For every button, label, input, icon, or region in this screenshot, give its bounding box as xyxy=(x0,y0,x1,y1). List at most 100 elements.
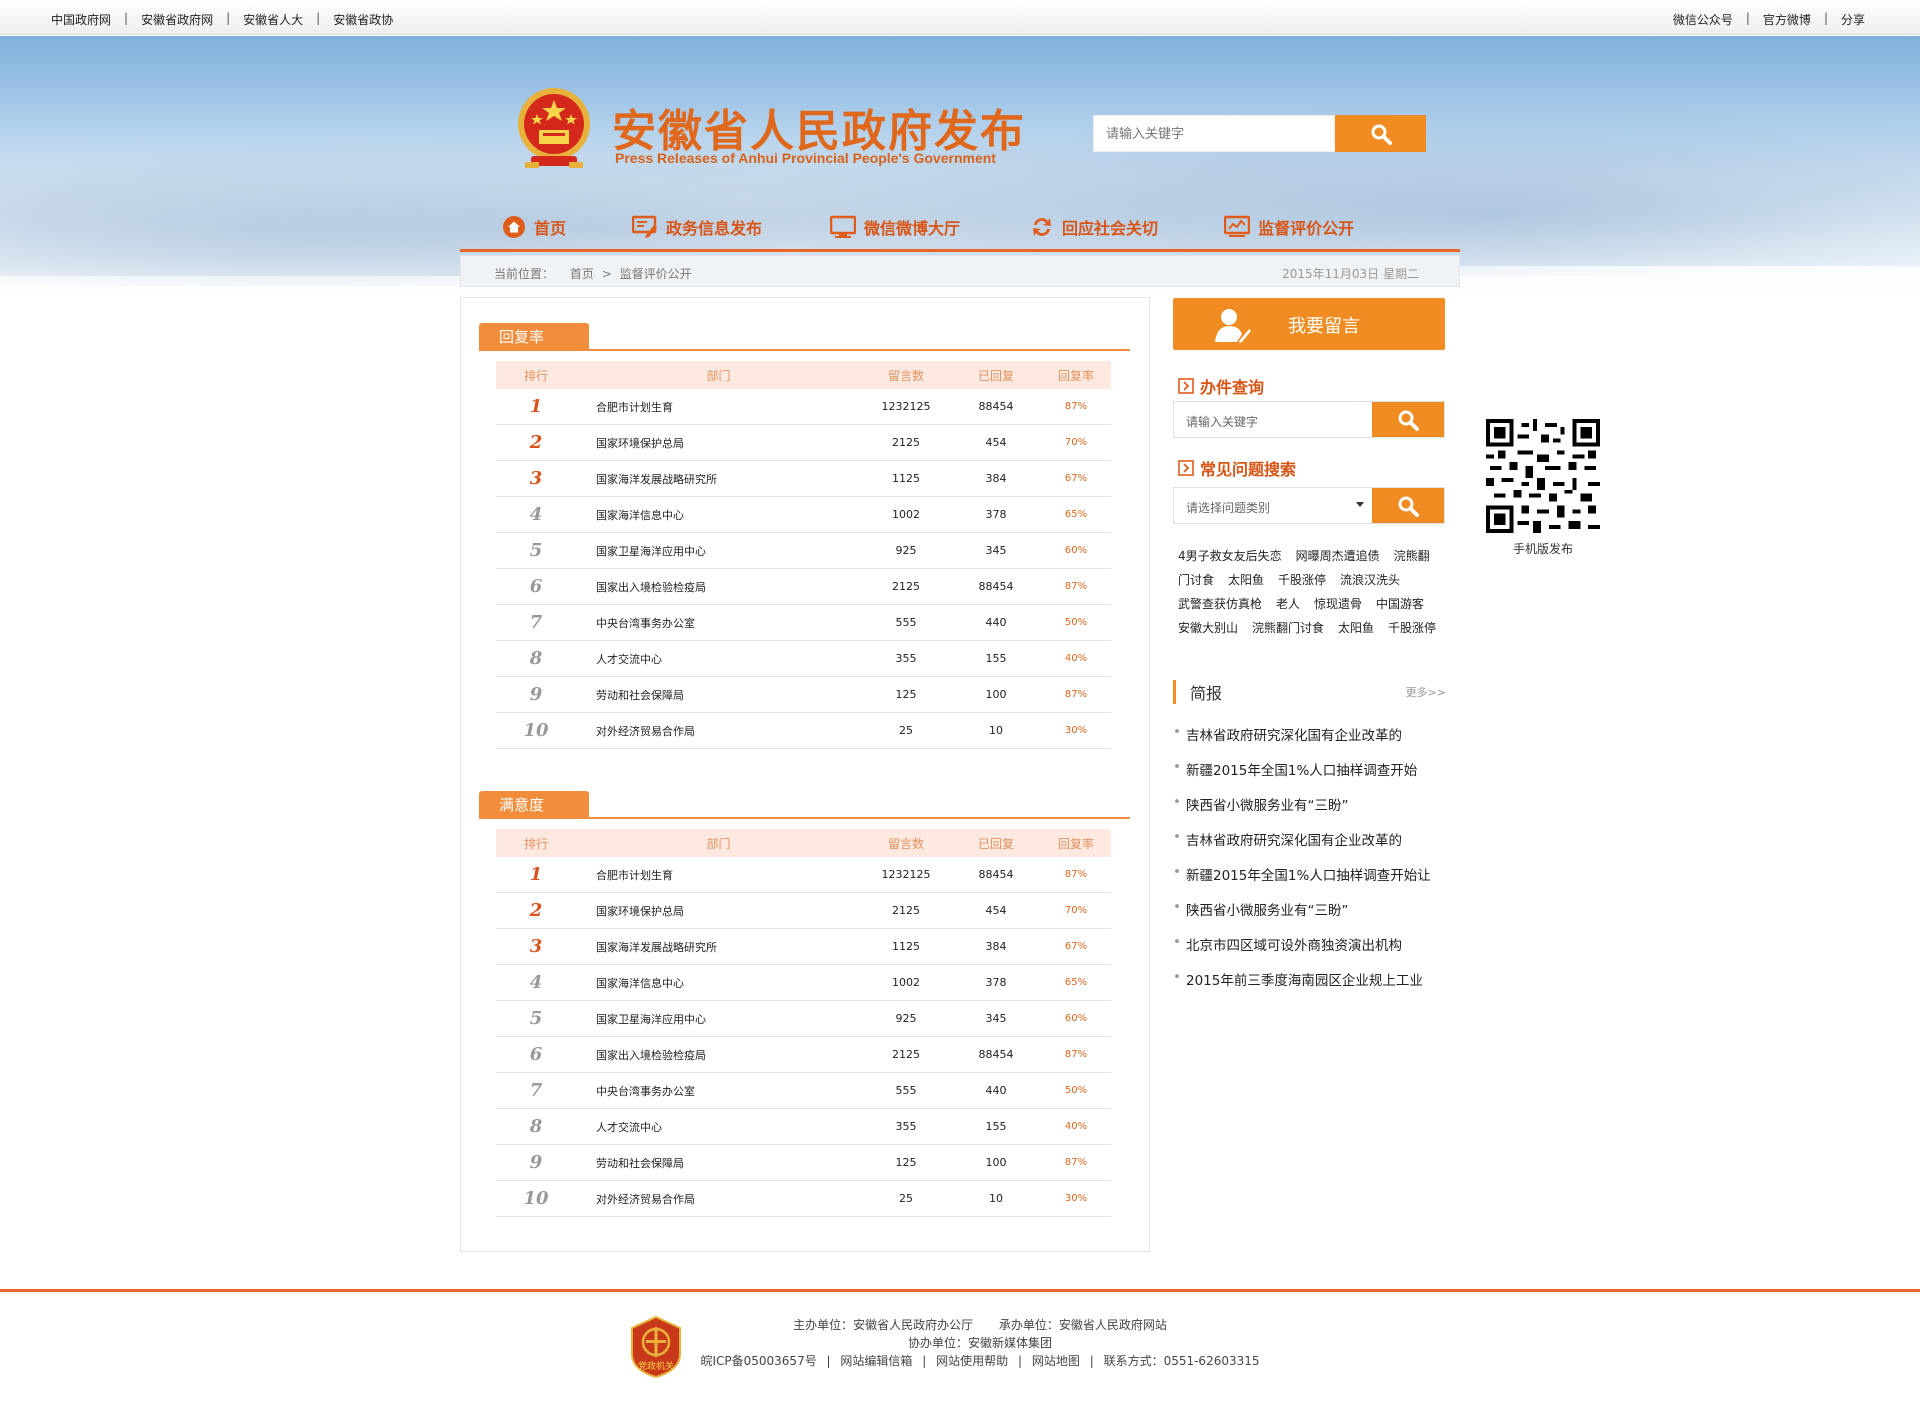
top-link-wechat[interactable]: 微信公众号 xyxy=(1673,11,1733,28)
footer-link-editor-mail[interactable]: 网站编辑信箱 xyxy=(840,1354,912,1368)
nav-item-supervision[interactable]: 监督评价公开 xyxy=(1224,205,1354,249)
department-name[interactable]: 国家出入境检验检疫局 xyxy=(576,579,861,595)
table-row[interactable]: 2 国家环境保护总局 2125 454 70% xyxy=(496,425,1111,461)
footer-link-sitemap[interactable]: 网站地图 xyxy=(1032,1354,1080,1368)
header-search-button[interactable] xyxy=(1335,115,1426,152)
table-row[interactable]: 1 合肥市计划生育 1232125 88454 87% xyxy=(496,389,1111,425)
hot-tag-link[interactable]: 安徽大别山 xyxy=(1178,621,1238,635)
department-name[interactable]: 人才交流中心 xyxy=(576,651,861,667)
department-name[interactable]: 中央台湾事务办公室 xyxy=(576,615,861,631)
table-row[interactable]: 5 国家卫星海洋应用中心 925 345 60% xyxy=(496,1001,1111,1037)
table-row[interactable]: 5 国家卫星海洋应用中心 925 345 60% xyxy=(496,533,1111,569)
table-row[interactable]: 8 人才交流中心 355 155 40% xyxy=(496,1109,1111,1145)
brief-item[interactable]: 2015年前三季度海南园区企业规上工业 xyxy=(1173,969,1446,1004)
case-query-input[interactable]: 请输入关键字 xyxy=(1174,402,1372,437)
hot-tag-link[interactable]: 浣熊翻门讨食 xyxy=(1252,621,1324,635)
hot-tag-link[interactable]: 浣熊翻 xyxy=(1394,549,1430,563)
department-name[interactable]: 国家出入境检验检疫局 xyxy=(576,1047,861,1063)
footer-link-help[interactable]: 网站使用帮助 xyxy=(936,1354,1008,1368)
department-name[interactable]: 对外经济贸易合作局 xyxy=(576,723,861,739)
table-row[interactable]: 9 劳动和社会保障局 125 100 87% xyxy=(496,1145,1111,1181)
nav-item-wechat-weibo[interactable]: 微信微博大厅 xyxy=(830,205,960,249)
department-name[interactable]: 国家海洋信息中心 xyxy=(576,507,861,523)
table-row[interactable]: 3 国家海洋发展战略研究所 1125 384 67% xyxy=(496,929,1111,965)
brief-item[interactable]: 陕西省小微服务业有“三盼” xyxy=(1173,794,1446,829)
message-count: 25 xyxy=(899,1192,913,1205)
section-tab-reply-rate[interactable]: 回复率 xyxy=(479,323,589,351)
hot-tag-link[interactable]: 千股涨停 xyxy=(1278,573,1326,587)
leave-message-button[interactable]: 我要留言 xyxy=(1173,298,1445,350)
table-row[interactable]: 7 中央台湾事务办公室 555 440 50% xyxy=(496,605,1111,641)
department-name[interactable]: 国家卫星海洋应用中心 xyxy=(576,1011,861,1027)
table-row[interactable]: 6 国家出入境检验检疫局 2125 88454 87% xyxy=(496,569,1111,605)
table-row[interactable]: 10 对外经济贸易合作局 25 10 30% xyxy=(496,1181,1111,1217)
top-link-anhui-gov[interactable]: 安徽省政府网 xyxy=(141,11,213,28)
replied-count: 100 xyxy=(985,688,1007,701)
rank-number: 4 xyxy=(529,504,543,525)
footer-icp[interactable]: 皖ICP备05003657号 xyxy=(700,1354,816,1368)
hot-tag-link[interactable]: 中国游客 xyxy=(1376,597,1424,611)
table-row[interactable]: 3 国家海洋发展战略研究所 1125 384 67% xyxy=(496,461,1111,497)
top-link-gov[interactable]: 中国政府网 xyxy=(51,11,111,28)
hot-tag-link[interactable]: 千股涨停 xyxy=(1388,621,1436,635)
hot-tag-link[interactable]: 网曝周杰遭追债 xyxy=(1296,549,1380,563)
faq-search-button[interactable] xyxy=(1372,488,1444,523)
department-name[interactable]: 人才交流中心 xyxy=(576,1119,861,1135)
department-name[interactable]: 合肥市计划生育 xyxy=(576,867,861,883)
header-search-input[interactable] xyxy=(1093,115,1335,152)
message-count: 2125 xyxy=(892,904,920,917)
table-row[interactable]: 9 劳动和社会保障局 125 100 87% xyxy=(496,677,1111,713)
message-count: 925 xyxy=(895,544,917,557)
department-name[interactable]: 国家海洋发展战略研究所 xyxy=(576,471,861,487)
department-name[interactable]: 国家海洋信息中心 xyxy=(576,975,861,991)
department-name[interactable]: 劳动和社会保障局 xyxy=(576,687,861,703)
brief-item[interactable]: 新疆2015年全国1%人口抽样调查开始让 xyxy=(1173,864,1446,899)
department-name[interactable]: 国家海洋发展战略研究所 xyxy=(576,939,861,955)
hot-tag-link[interactable]: 太阳鱼 xyxy=(1338,621,1374,635)
nav-item-home[interactable]: 首页 xyxy=(502,205,566,249)
hot-tag-link[interactable]: 门讨食 xyxy=(1178,573,1214,587)
replied-count: 100 xyxy=(985,1156,1007,1169)
hot-tag-link[interactable]: 惊现遗骨 xyxy=(1314,597,1362,611)
top-link-anhui-npc[interactable]: 安徽省人大 xyxy=(243,11,303,28)
brief-item[interactable]: 新疆2015年全国1%人口抽样调查开始 xyxy=(1173,759,1446,794)
table-row[interactable]: 4 国家海洋信息中心 1002 378 65% xyxy=(496,497,1111,533)
top-link-weibo[interactable]: 官方微博 xyxy=(1763,11,1811,28)
hot-tag-link[interactable]: 流浪汉洗头 xyxy=(1340,573,1400,587)
brief-more-link[interactable]: 更多>> xyxy=(1406,684,1446,700)
department-name[interactable]: 对外经济贸易合作局 xyxy=(576,1191,861,1207)
hot-tag-link[interactable]: 武警查获仿真枪 xyxy=(1178,597,1262,611)
brief-item[interactable]: 吉林省政府研究深化国有企业改革的 xyxy=(1173,724,1446,759)
replied-count: 155 xyxy=(985,652,1007,665)
brief-item[interactable]: 北京市四区域可设外商独资演出机构 xyxy=(1173,934,1446,969)
reply-rate: 65% xyxy=(1064,977,1088,988)
faq-category-select[interactable]: 请选择问题类别 xyxy=(1174,488,1372,523)
brief-item[interactable]: 陕西省小微服务业有“三盼” xyxy=(1173,899,1446,934)
nav-item-gov-info[interactable]: 政务信息发布 xyxy=(632,205,762,249)
department-name[interactable]: 劳动和社会保障局 xyxy=(576,1155,861,1171)
department-name[interactable]: 国家卫星海洋应用中心 xyxy=(576,543,861,559)
top-link-share[interactable]: 分享 xyxy=(1841,11,1865,28)
footer: 党政机关 主办单位：安徽省人民政府办公厅 承办单位：安徽省人民政府网站 协办单位… xyxy=(0,1289,1920,1413)
table-row[interactable]: 1 合肥市计划生育 1232125 88454 87% xyxy=(496,857,1111,893)
hot-tag-link[interactable]: 老人 xyxy=(1276,597,1300,611)
case-query-button[interactable] xyxy=(1372,402,1444,437)
table-row[interactable]: 4 国家海洋信息中心 1002 378 65% xyxy=(496,965,1111,1001)
hot-tag-link[interactable]: 太阳鱼 xyxy=(1228,573,1264,587)
department-name[interactable]: 国家环境保护总局 xyxy=(576,903,861,919)
table-row[interactable]: 6 国家出入境检验检疫局 2125 88454 87% xyxy=(496,1037,1111,1073)
replied-count: 454 xyxy=(985,436,1007,449)
table-row[interactable]: 2 国家环境保护总局 2125 454 70% xyxy=(496,893,1111,929)
table-row[interactable]: 7 中央台湾事务办公室 555 440 50% xyxy=(496,1073,1111,1109)
brief-item[interactable]: 吉林省政府研究深化国有企业改革的 xyxy=(1173,829,1446,864)
department-name[interactable]: 中央台湾事务办公室 xyxy=(576,1083,861,1099)
breadcrumb-home[interactable]: 首页 xyxy=(570,267,594,281)
table-row[interactable]: 8 人才交流中心 355 155 40% xyxy=(496,641,1111,677)
department-name[interactable]: 国家环境保护总局 xyxy=(576,435,861,451)
section-tab-satisfaction[interactable]: 满意度 xyxy=(479,791,589,819)
table-row[interactable]: 10 对外经济贸易合作局 25 10 30% xyxy=(496,713,1111,749)
nav-item-response[interactable]: 回应社会关切 xyxy=(1030,205,1158,249)
department-name[interactable]: 合肥市计划生育 xyxy=(576,399,861,415)
top-link-anhui-cppcc[interactable]: 安徽省政协 xyxy=(333,11,393,28)
hot-tag-link[interactable]: 4男子救女友后失恋 xyxy=(1178,549,1282,563)
